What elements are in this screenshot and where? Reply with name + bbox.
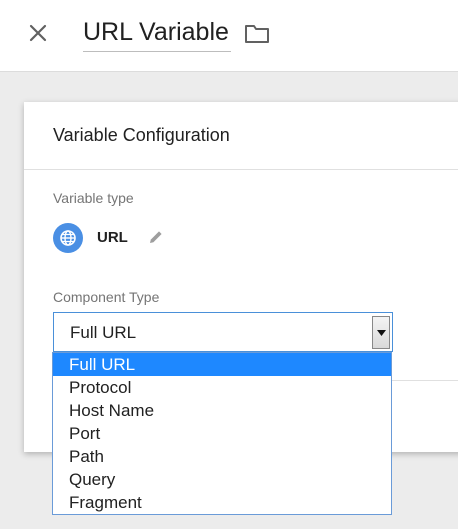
option-protocol[interactable]: Protocol	[53, 376, 391, 399]
option-fragment[interactable]: Fragment	[53, 491, 391, 514]
edit-variable-type-button[interactable]	[147, 228, 165, 246]
option-host-name[interactable]: Host Name	[53, 399, 391, 422]
option-path[interactable]: Path	[53, 445, 391, 468]
variable-name-field[interactable]: URL Variable	[83, 16, 231, 52]
component-type-value: Full URL	[70, 323, 137, 342]
close-button[interactable]	[24, 19, 52, 47]
option-query[interactable]: Query	[53, 468, 391, 491]
component-type-options: Full URL Protocol Host Name Port Path Qu…	[52, 352, 392, 515]
variable-type-value: URL	[97, 229, 128, 246]
option-full-url[interactable]: Full URL	[53, 353, 391, 376]
divider	[390, 380, 458, 381]
card-title: Variable Configuration	[53, 125, 230, 145]
close-icon	[29, 24, 47, 42]
variable-type-label: Variable type	[53, 190, 134, 206]
component-type-label: Component Type	[53, 289, 160, 305]
top-bar: URL Variable	[0, 0, 458, 72]
globe-icon	[53, 223, 83, 253]
pencil-icon	[150, 231, 162, 243]
dropdown-arrow-button[interactable]	[372, 316, 390, 349]
folder-button[interactable]	[242, 19, 272, 47]
component-type-select[interactable]: Full URL	[53, 312, 393, 352]
option-port[interactable]: Port	[53, 422, 391, 445]
dropdown-arrow-icon	[377, 330, 386, 336]
folder-icon	[245, 25, 269, 43]
